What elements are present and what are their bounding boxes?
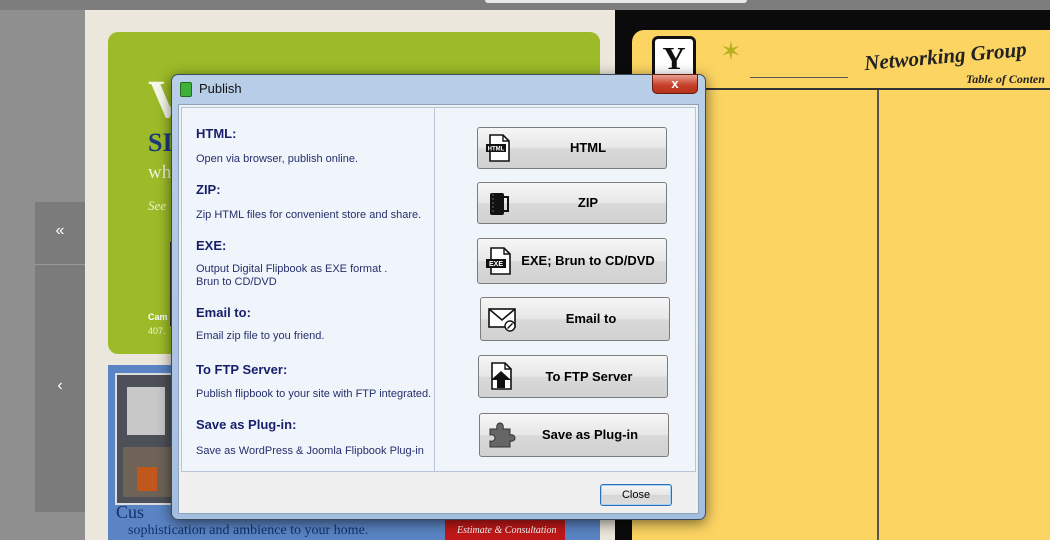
close-window-button[interactable]: x (652, 74, 698, 94)
zip-description: Zip HTML files for convenient store and … (196, 209, 422, 221)
publish-ftp-button[interactable]: To FTP Server (478, 355, 668, 398)
first-page-icon[interactable]: « (35, 222, 85, 240)
plugin-heading: Save as Plug-in: (196, 417, 297, 432)
close-button[interactable]: Close (600, 484, 672, 506)
publish-dialog: Publish x HTML: Open via browser, publis… (171, 74, 706, 520)
upload-file-icon (491, 362, 512, 390)
portrait-caption-name: Cam (148, 312, 168, 322)
publish-exe-button[interactable]: EXE EXE; Brun to CD/DVD (477, 238, 667, 284)
html-file-icon: HTML (486, 134, 510, 162)
exe-description-line1: Output Digital Flipbook as EXE format . (196, 263, 388, 275)
html-button-label: HTML (569, 140, 607, 155)
envelope-icon (488, 308, 516, 332)
ftp-description: Publish flipbook to your site with FTP i… (196, 388, 432, 400)
viewer-top-bar (0, 0, 1050, 10)
email-description: Email zip file to you friend. (196, 330, 325, 342)
palm-tree-icon: ✶ (720, 36, 742, 66)
header-rule (750, 77, 848, 78)
viewer-toolbar-strip (485, 0, 747, 3)
ad-note: See (148, 198, 167, 213)
html-heading: HTML: (196, 126, 237, 141)
toc-column-divider (877, 90, 879, 540)
ad-subheading: wh (148, 162, 172, 183)
nav-divider (35, 264, 85, 265)
ftp-heading: To FTP Server: (196, 362, 288, 377)
blue-ad-text-2: sophistication and ambience to your home… (128, 523, 369, 538)
svg-text:HTML: HTML (488, 147, 505, 153)
zip-heading: ZIP: (196, 182, 221, 197)
publish-buttons-pane: HTML HTML ZIP EXE EXE; Brun to CD/DVD Em… (435, 107, 696, 472)
dialog-body: HTML: Open via browser, publish online. … (178, 104, 699, 514)
publish-app-icon (180, 82, 192, 97)
email-heading: Email to: (196, 305, 251, 320)
ad-heading: SI (148, 128, 173, 157)
exe-description-line2: Brun to CD/DVD (196, 276, 277, 288)
email-button-label: Email to (565, 311, 617, 326)
previous-page-icon[interactable]: ‹ (35, 377, 85, 395)
options-description-pane: HTML: Open via browser, publish online. … (181, 107, 435, 472)
badge-text-bottom: Estimate & Consultation (457, 525, 557, 536)
exe-file-icon: EXE (486, 247, 511, 275)
publish-zip-button[interactable]: ZIP (477, 182, 667, 224)
portrait-caption-phone: 407. (148, 326, 166, 336)
right-page-title: Networking Group (863, 36, 1028, 76)
publish-plugin-button[interactable]: Save as Plug-in (479, 413, 669, 457)
ftp-button-label: To FTP Server (545, 368, 633, 384)
plugin-description: Save as WordPress & Joomla Flipbook Plug… (196, 445, 424, 457)
exe-heading: EXE: (196, 238, 227, 253)
publish-html-button[interactable]: HTML HTML (477, 127, 667, 169)
plugin-button-label: Save as Plug-in (541, 427, 639, 442)
svg-text:EXE: EXE (489, 261, 503, 268)
dialog-title: Publish (199, 81, 242, 96)
dialog-footer: Close (179, 472, 698, 513)
zip-button-label: ZIP (577, 195, 599, 210)
exe-button-label: EXE; Brun to CD/DVD (521, 253, 655, 268)
blue-ad-text-1: Cus (116, 502, 145, 522)
publish-email-button[interactable]: Email to (480, 297, 670, 341)
puzzle-piece-icon (489, 422, 516, 448)
right-page-subtitle: Table of Conten (966, 72, 1045, 86)
page-nav-panel (35, 202, 85, 512)
zip-archive-icon (490, 193, 509, 215)
html-description: Open via browser, publish online. (196, 153, 359, 165)
